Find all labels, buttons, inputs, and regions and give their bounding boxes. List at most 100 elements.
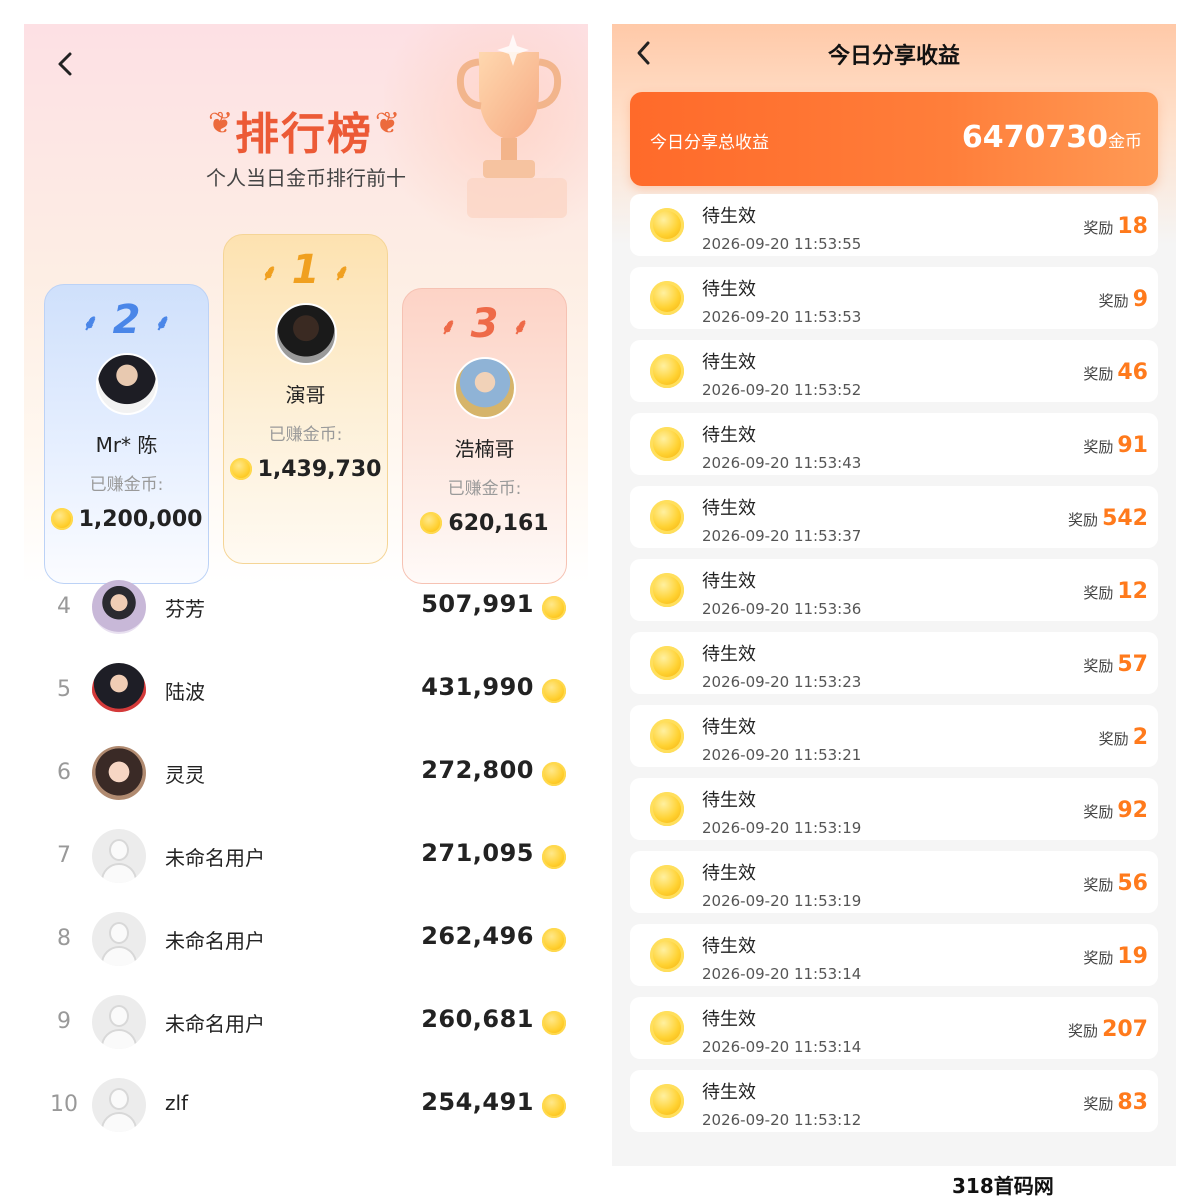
list-item[interactable]: 待生效 2026-09-20 11:53:23 奖励 57 <box>630 632 1158 694</box>
laurel-left-icon: ❦ <box>208 106 234 141</box>
reward-value: 56 <box>1117 871 1148 896</box>
user-name: 未命名用户 <box>165 846 265 870</box>
rank-number: 9 <box>57 1009 71 1034</box>
podium-rank-2[interactable]: ⸙ 2 ⸙ Mr* 陈 已赚金币: 1,200,000 <box>44 284 209 584</box>
watermark-text: 318首码网 www.e318.com <box>952 1174 1123 1200</box>
rank-row[interactable]: 10 zlf 254,491 <box>24 1062 588 1145</box>
user-name: 未命名用户 <box>165 1012 265 1036</box>
record-time: 2026-09-20 11:53:14 <box>702 1038 862 1056</box>
rank-badge: ⸙ 2 ⸙ <box>45 297 208 343</box>
reward-label: 奖励 <box>1083 1095 1114 1113</box>
reward-value: 19 <box>1117 944 1148 969</box>
laurel-icon: ⸙ <box>261 261 278 286</box>
gold-coin-icon <box>650 865 684 899</box>
user-name: 浩楠哥 <box>454 437 515 461</box>
gold-coin-icon <box>420 512 443 534</box>
gold-coin-icon <box>650 938 684 972</box>
default-avatar-icon <box>92 829 146 883</box>
reward-value: 542 <box>1102 506 1148 531</box>
list-item[interactable]: 待生效 2026-09-20 11:53:53 奖励 9 <box>630 267 1158 329</box>
user-name: zlf <box>165 1091 189 1115</box>
reward-label: 奖励 <box>1068 1022 1099 1040</box>
record-status: 待生效 <box>702 571 756 592</box>
avatar <box>92 746 146 800</box>
avatar <box>92 663 146 717</box>
list-item[interactable]: 待生效 2026-09-20 11:53:14 奖励 207 <box>630 997 1158 1059</box>
user-name: 陆波 <box>165 680 205 704</box>
rank-row[interactable]: 5 陆波 431,990 <box>24 647 588 730</box>
rank-row[interactable]: 6 灵灵 272,800 <box>24 730 588 813</box>
avatar <box>274 303 337 365</box>
reward-label: 奖励 <box>1083 219 1114 237</box>
leaderboard-title-wrap: ❦ 排行榜 ❦ <box>204 98 404 162</box>
reward-value: 18 <box>1117 214 1148 239</box>
record-reward: 奖励 542 <box>1068 506 1148 531</box>
list-item[interactable]: 待生效 2026-09-20 11:53:14 奖励 19 <box>630 924 1158 986</box>
list-item[interactable]: 待生效 2026-09-20 11:53:36 奖励 12 <box>630 559 1158 621</box>
gold-coin-icon <box>650 1084 684 1118</box>
reward-value: 83 <box>1117 1090 1148 1115</box>
gold-coin-icon <box>650 208 684 242</box>
coin-value: 254,491 <box>421 1088 534 1116</box>
rank-row[interactable]: 7 未命名用户 271,095 <box>24 813 588 896</box>
list-item[interactable]: 待生效 2026-09-20 11:53:12 奖励 83 <box>630 1070 1158 1132</box>
gold-coin-icon <box>650 427 684 461</box>
gold-coin-icon <box>542 928 566 952</box>
podium-rank-3[interactable]: ⸙ 3 ⸙ 浩楠哥 已赚金币: 620,161 <box>402 288 567 584</box>
laurel-right-icon: ❦ <box>374 106 400 141</box>
reward-label: 奖励 <box>1083 949 1114 967</box>
reward-value: 2 <box>1132 725 1148 750</box>
default-avatar-icon <box>92 995 146 1049</box>
laurel-icon: ⸙ <box>440 315 457 340</box>
list-item[interactable]: 待生效 2026-09-20 11:53:55 奖励 18 <box>630 194 1158 256</box>
record-status: 待生效 <box>702 1009 756 1030</box>
list-item[interactable]: 待生效 2026-09-20 11:53:52 奖励 46 <box>630 340 1158 402</box>
rank-row[interactable]: 9 未命名用户 260,681 <box>24 979 588 1062</box>
coin-value: 272,800 <box>421 756 534 784</box>
record-status: 待生效 <box>702 790 756 811</box>
list-item[interactable]: 待生效 2026-09-20 11:53:37 奖励 542 <box>630 486 1158 548</box>
rank-row[interactable]: 8 未命名用户 262,496 <box>24 896 588 979</box>
record-reward: 奖励 207 <box>1068 1017 1148 1042</box>
total-amount: 6470730 <box>961 120 1108 155</box>
leaderboard-screen: ❦ 排行榜 ❦ 个人当日金币排行前十 ⸙ 2 ⸙ Mr* 陈 已赚金币: 1,2… <box>24 24 588 1166</box>
record-reward: 奖励 56 <box>1083 871 1148 896</box>
record-time: 2026-09-20 11:53:43 <box>702 454 862 472</box>
share-earnings-screen: 今日分享收益 今日分享总收益 6470730金币 待生效 2026-09-20 … <box>612 24 1176 1166</box>
list-item[interactable]: 待生效 2026-09-20 11:53:19 奖励 92 <box>630 778 1158 840</box>
reward-label: 奖励 <box>1098 730 1129 748</box>
rank-badge: ⸙ 3 ⸙ <box>403 301 566 347</box>
reward-value: 91 <box>1117 433 1148 458</box>
podium-rank-1[interactable]: ⸙ 1 ⸙ 演哥 已赚金币: 1,439,730 <box>223 234 388 564</box>
record-time: 2026-09-20 11:53:12 <box>702 1111 862 1129</box>
back-button[interactable] <box>52 48 84 80</box>
coin-value: 620,161 <box>448 511 549 536</box>
rank-row[interactable]: 4 芬芳 507,991 <box>24 564 588 647</box>
list-item[interactable]: 待生效 2026-09-20 11:53:43 奖励 91 <box>630 413 1158 475</box>
total-earnings-label: 今日分享总收益 <box>650 133 769 153</box>
list-item[interactable]: 待生效 2026-09-20 11:53:19 奖励 56 <box>630 851 1158 913</box>
coin-value: 507,991 <box>421 590 534 618</box>
total-unit: 金币 <box>1108 132 1142 152</box>
gold-coin-icon <box>650 646 684 680</box>
reward-label: 奖励 <box>1083 876 1114 894</box>
reward-label: 奖励 <box>1083 657 1114 675</box>
record-reward: 奖励 57 <box>1083 652 1148 677</box>
record-time: 2026-09-20 11:53:52 <box>702 381 862 399</box>
record-time: 2026-09-20 11:53:23 <box>702 673 862 691</box>
gold-coin-icon <box>542 1011 566 1035</box>
list-item[interactable]: 待生效 2026-09-20 11:53:21 奖励 2 <box>630 705 1158 767</box>
rank-number: 5 <box>57 677 71 702</box>
record-reward: 奖励 12 <box>1083 579 1148 604</box>
gold-coin-icon <box>650 573 684 607</box>
coin-value: 271,095 <box>421 839 534 867</box>
user-name: 未命名用户 <box>165 929 265 953</box>
record-reward: 奖励 92 <box>1083 798 1148 823</box>
laurel-icon: ⸙ <box>82 311 99 336</box>
earned-label: 已赚金币: <box>89 475 164 495</box>
record-reward: 奖励 2 <box>1099 725 1148 750</box>
record-time: 2026-09-20 11:53:36 <box>702 600 862 618</box>
record-status: 待生效 <box>702 717 756 738</box>
rank-number: 4 <box>57 594 71 619</box>
gold-coin-icon <box>650 792 684 826</box>
